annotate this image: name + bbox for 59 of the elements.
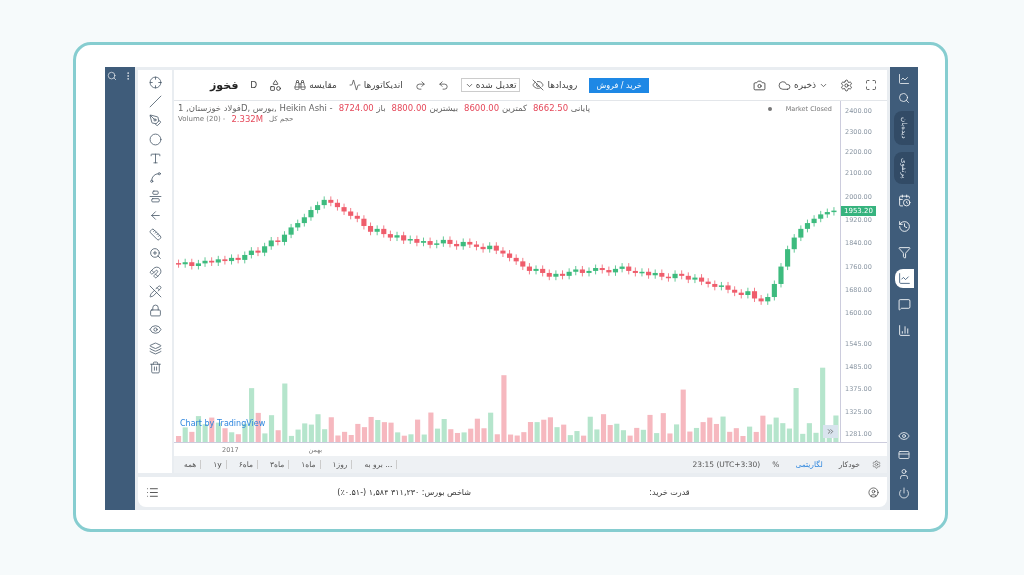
redo-icon[interactable] — [414, 79, 426, 91]
lock-icon[interactable] — [148, 304, 162, 317]
search-icon[interactable] — [898, 92, 910, 104]
save-button[interactable]: ذخیره — [778, 78, 828, 92]
zoom-in-icon[interactable] — [148, 247, 162, 260]
crosshair-icon[interactable] — [148, 76, 162, 89]
pen-icon[interactable] — [148, 114, 162, 127]
power-icon[interactable] — [898, 487, 910, 499]
ohlc-value: 8600.00 — [464, 103, 500, 113]
volume-value: 2.332M — [231, 114, 264, 124]
user-icon[interactable] — [868, 486, 879, 498]
ohlc-label: بیشترین — [429, 103, 458, 113]
trend-line-icon[interactable] — [148, 95, 162, 108]
fullscreen-icon[interactable] — [865, 79, 877, 91]
trash-icon[interactable] — [148, 361, 162, 374]
ohlc-value: 8662.50 — [532, 103, 569, 113]
interval-button[interactable]: D — [250, 80, 258, 90]
chart-type-icon[interactable] — [269, 78, 283, 92]
adjust-dropdown[interactable]: تعدیل شده — [460, 78, 521, 92]
index-text: شاخص بورس: ۳۱۱,۲۳۰ ۱,۵۸۴ (-۰.۵۱٪) — [337, 487, 471, 497]
chevrons-icon — [826, 427, 835, 436]
ohlc-label: پایانی — [570, 103, 591, 113]
list-icon[interactable] — [146, 485, 159, 499]
symbol-label[interactable]: فخوز — [210, 78, 239, 92]
ellipse-icon[interactable] — [148, 133, 162, 146]
layers-icon[interactable] — [148, 342, 162, 355]
user-icon[interactable] — [898, 468, 910, 480]
card-icon[interactable] — [898, 449, 910, 461]
text-icon[interactable] — [148, 152, 162, 165]
settings-icon[interactable] — [840, 78, 853, 92]
status-dot — [768, 107, 772, 111]
ohlc-value: 8724.00 — [338, 103, 374, 113]
eye-icon[interactable] — [148, 323, 162, 336]
ohlc-label: کمترین — [501, 103, 527, 113]
cloud-icon — [778, 78, 792, 92]
line-chart-icon[interactable] — [894, 269, 914, 289]
pattern-icon[interactable] — [148, 171, 162, 184]
buying-power-text: قدرت خرید: — [649, 487, 690, 497]
fibonacci-icon[interactable] — [148, 190, 162, 203]
undo-icon[interactable] — [437, 79, 449, 91]
camera-icon[interactable] — [753, 78, 767, 92]
ohlc-label: باز — [376, 103, 386, 113]
search-icon[interactable] — [107, 71, 117, 81]
symbol-title: فولاد خوزستان, 1D, بورس, Heikin Ashi - — [178, 103, 333, 113]
trade-button[interactable]: خرید / فروش — [589, 77, 649, 93]
eye-icon[interactable] — [898, 430, 910, 442]
binoculars-icon — [294, 79, 307, 91]
ohlc-value: 8800.00 — [391, 103, 427, 113]
back-arrow-icon[interactable] — [148, 209, 162, 222]
lock-drawing-icon[interactable] — [148, 285, 162, 298]
indicators-button[interactable]: اندیکاتورها — [348, 79, 403, 91]
wave-icon — [348, 79, 361, 91]
settings-icon[interactable] — [872, 460, 881, 469]
events-button[interactable]: رویدادها — [532, 79, 578, 91]
eye-off-icon — [532, 79, 545, 91]
ruler-icon[interactable] — [148, 228, 162, 241]
compare-button[interactable]: مقایسه — [294, 79, 337, 91]
magnet-icon[interactable] — [148, 266, 162, 279]
attribution-link[interactable]: Chart by TradingView — [180, 419, 266, 428]
